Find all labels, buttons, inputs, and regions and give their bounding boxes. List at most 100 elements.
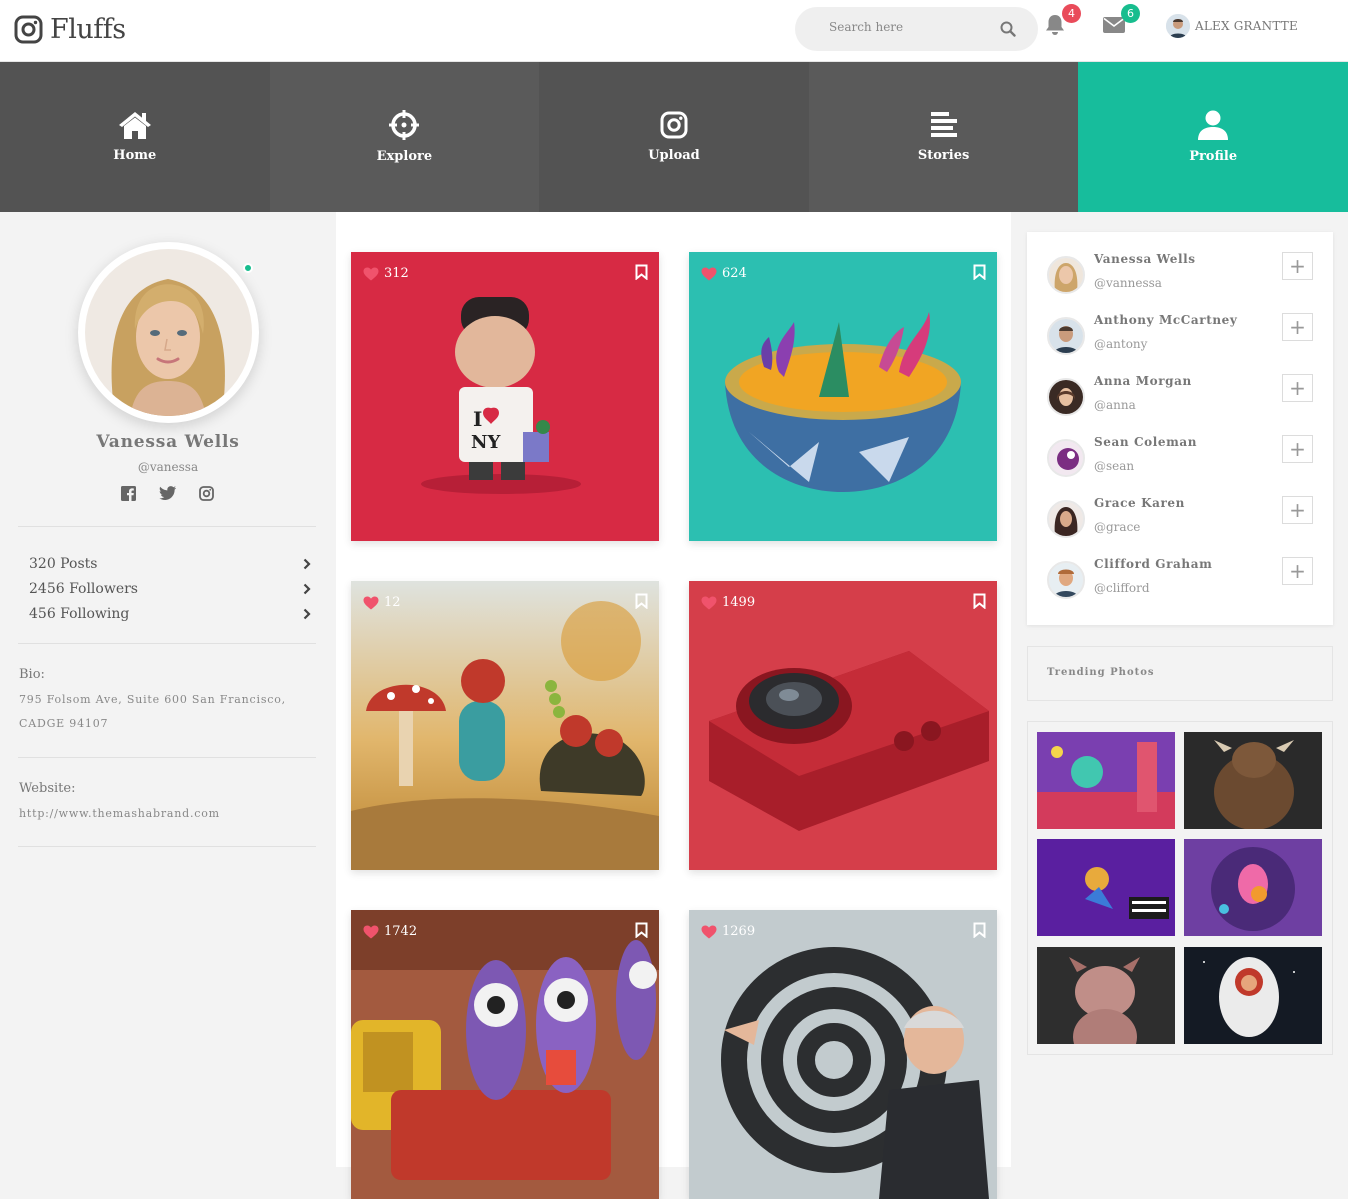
trending-photo[interactable]	[1184, 947, 1322, 1044]
instagram-icon	[660, 111, 688, 139]
heart-icon	[363, 267, 379, 280]
bookmark-icon[interactable]	[635, 922, 648, 938]
likes[interactable]: 1269	[701, 924, 755, 939]
follow-button[interactable]: +	[1282, 557, 1313, 585]
bookmark-icon[interactable]	[635, 264, 648, 280]
follow-button[interactable]: +	[1282, 374, 1313, 402]
user-name[interactable]: Clifford Graham	[1094, 557, 1212, 571]
post-card[interactable]: 12	[351, 581, 659, 870]
trending-photo[interactable]	[1037, 839, 1175, 936]
facebook-icon[interactable]	[121, 486, 136, 501]
user-avatar[interactable]	[1047, 317, 1085, 355]
nav-stories[interactable]: Stories	[808, 62, 1079, 212]
user-avatar[interactable]	[1047, 500, 1085, 538]
suggested-user: Grace Karen @grace +	[1047, 496, 1319, 546]
user-name[interactable]: Anna Morgan	[1094, 374, 1192, 388]
likes[interactable]: 1499	[701, 595, 755, 610]
follow-button[interactable]: +	[1282, 313, 1313, 341]
logo[interactable]: Fluffs	[14, 14, 126, 45]
bookmark-icon[interactable]	[973, 264, 986, 280]
post-card[interactable]: 1742	[351, 910, 659, 1199]
trending-photos	[1027, 721, 1333, 1055]
stat-posts-label: 320 Posts	[29, 555, 98, 572]
heart-icon	[701, 596, 717, 609]
trending-photo[interactable]	[1037, 732, 1175, 829]
nav-profile-label: Profile	[1189, 149, 1238, 164]
bio-label: Bio:	[19, 667, 45, 682]
stat-followers-label: 2456 Followers	[29, 580, 138, 597]
post-card[interactable]: I NY 312	[351, 252, 659, 541]
post-image	[689, 910, 997, 1199]
user-handle: @antony	[1094, 337, 1148, 351]
post-card[interactable]: 1499	[689, 581, 997, 870]
bookmark-icon[interactable]	[635, 593, 648, 609]
messages-button[interactable]: 6	[1103, 4, 1140, 37]
svg-text:I: I	[473, 407, 482, 431]
user-handle: @grace	[1094, 520, 1141, 534]
user-name[interactable]: Grace Karen	[1094, 496, 1185, 510]
search-box[interactable]	[795, 7, 1038, 51]
stories-icon	[930, 112, 957, 137]
home-icon	[118, 112, 151, 139]
stat-following[interactable]: 456 Following	[29, 601, 311, 626]
divider	[18, 643, 316, 644]
user-handle: @clifford	[1094, 581, 1150, 595]
likes-count: 312	[384, 266, 409, 281]
user-avatar[interactable]	[1047, 561, 1085, 599]
user-name[interactable]: Anthony McCartney	[1094, 313, 1238, 327]
twitter-icon[interactable]	[159, 486, 176, 500]
envelope-icon	[1103, 17, 1125, 33]
stat-followers[interactable]: 2456 Followers	[29, 576, 311, 601]
divider	[18, 846, 316, 847]
likes-count: 1742	[384, 924, 418, 939]
user-name[interactable]: Sean Coleman	[1094, 435, 1197, 449]
likes[interactable]: 312	[363, 266, 409, 281]
trending-photo[interactable]	[1037, 947, 1175, 1044]
user-name: ALEX GRANTTE	[1195, 19, 1298, 33]
follow-button[interactable]: +	[1282, 435, 1313, 463]
user-name[interactable]: Vanessa Wells	[1094, 252, 1196, 266]
search-icon[interactable]	[1000, 21, 1016, 37]
suggested-user: Clifford Graham @clifford +	[1047, 557, 1319, 607]
search-input[interactable]	[829, 20, 979, 34]
website-link[interactable]: http://www.themashabrand.com	[19, 802, 319, 826]
divider	[18, 757, 316, 758]
user-avatar[interactable]	[1047, 439, 1085, 477]
nav-profile[interactable]: Profile	[1078, 62, 1348, 212]
stat-posts[interactable]: 320 Posts	[29, 551, 311, 576]
user-avatar[interactable]	[1047, 256, 1085, 294]
likes[interactable]: 624	[701, 266, 747, 281]
suggested-users: Vanessa Wells @vannessa + Anthony McCart…	[1027, 232, 1333, 625]
trending-photo[interactable]	[1184, 839, 1322, 936]
nav-upload[interactable]: Upload	[539, 62, 809, 212]
heart-icon	[363, 596, 379, 609]
bookmark-icon[interactable]	[973, 593, 986, 609]
notifications-button[interactable]: 4	[1045, 4, 1081, 40]
likes[interactable]: 1742	[363, 924, 417, 939]
svg-text:NY: NY	[471, 432, 501, 453]
likes-count: 1499	[722, 595, 756, 610]
nav-explore[interactable]: Explore	[269, 62, 540, 212]
bookmark-icon[interactable]	[973, 922, 986, 938]
main-nav: Home Explore Upload Stories Profile	[0, 62, 1348, 212]
nav-home[interactable]: Home	[0, 62, 270, 212]
likes[interactable]: 12	[363, 595, 401, 610]
instagram-icon[interactable]	[199, 486, 214, 501]
follow-button[interactable]: +	[1282, 252, 1313, 280]
user-menu[interactable]: ALEX GRANTTE	[1166, 14, 1298, 38]
follow-button[interactable]: +	[1282, 496, 1313, 524]
top-bar: Fluffs 4 6 ALEX GRANTTE	[0, 0, 1348, 62]
user-avatar[interactable]	[1047, 378, 1085, 416]
chevron-right-icon	[303, 558, 311, 569]
trending-photo[interactable]	[1184, 732, 1322, 829]
heart-icon	[701, 925, 717, 938]
post-card[interactable]: 624	[689, 252, 997, 541]
instagram-logo-icon	[14, 15, 43, 44]
post-card[interactable]: 1269	[689, 910, 997, 1199]
likes-count: 1269	[722, 924, 756, 939]
profile-avatar[interactable]	[78, 242, 259, 423]
suggested-user: Anthony McCartney @antony +	[1047, 313, 1319, 363]
post-image	[351, 910, 659, 1199]
post-image	[351, 581, 659, 870]
nav-explore-label: Explore	[376, 149, 433, 164]
